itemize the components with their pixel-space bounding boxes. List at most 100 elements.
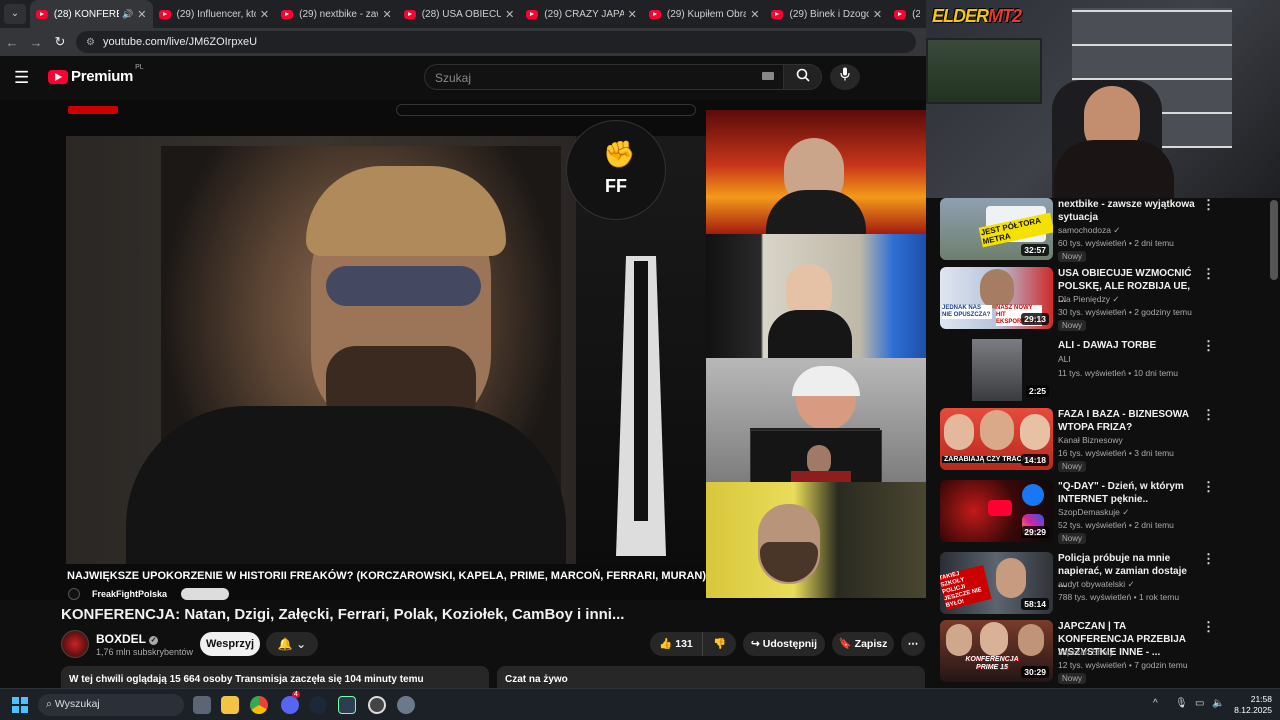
reload-icon[interactable]: ↻	[48, 34, 72, 50]
file-explorer-icon[interactable]	[221, 696, 239, 714]
more-vert-icon[interactable]: ⋮	[1202, 339, 1215, 352]
xbox-icon[interactable]	[338, 696, 356, 714]
speaker-icon[interactable]: 🔊	[122, 9, 133, 20]
tab-close-icon[interactable]: ✕	[628, 8, 637, 21]
browser-tab[interactable]: (28) KONFERENCJA: Natan 🔊 ✕	[29, 0, 153, 28]
video-thumbnail[interactable]: JEDNAK NAS NIE OPUSZCZA? NASZ NOWY HIT E…	[940, 267, 1053, 329]
thumbnail-caption: TAKIEJ SZKOŁY POLICJI JESZCZE NIE BYŁO!	[940, 564, 992, 611]
search-input[interactable]: Szukaj	[424, 64, 784, 90]
recommendation-item[interactable]: 29:29 "Q-DAY" - Dzień, w którym INTERNET…	[940, 480, 1270, 546]
notification-badge: 4	[292, 691, 300, 698]
recommendation-item[interactable]: ZARABIAJĄ CZY TRACĄ? 14:18 FAZA I BAZA -…	[940, 408, 1270, 474]
like-count: 131	[675, 638, 693, 650]
sidebar-scrollbar[interactable]	[1270, 200, 1278, 280]
brand-text-a: ELDER	[932, 6, 989, 26]
recommendation-meta: 52 tys. wyświetleń • 2 dni temu	[1058, 520, 1174, 530]
fist-icon: ✊	[603, 139, 636, 169]
browser-tab[interactable]: (29) CRAZY JAPANESE ✕	[520, 0, 643, 28]
new-badge: Nowy	[1058, 533, 1087, 544]
channel-name[interactable]: BOXDEL ✓	[96, 632, 159, 646]
chevron-down-icon: ⌄	[296, 637, 307, 651]
cam-panel	[706, 482, 926, 598]
taskbar-search-label: Wyszukaj	[54, 698, 100, 710]
recommendation-item[interactable]: 2:25 ALI - DAWAJ TORBE ALI 11 tys. wyświ…	[940, 339, 1270, 405]
video-thumbnail[interactable]: ZARABIAJĄ CZY TRACĄ? 14:18	[940, 408, 1053, 470]
video-thumbnail[interactable]: JEST PÓŁTORA METRA 32:57	[940, 198, 1053, 260]
system-clock[interactable]: 21:58 8.12.2025	[1226, 694, 1272, 716]
obs-icon[interactable]	[368, 696, 386, 714]
more-vert-icon[interactable]: ⋮	[1202, 408, 1215, 421]
recommendation-title[interactable]: nextbike - zawsze wyjątkowa sytuacja	[1058, 198, 1196, 224]
tab-title: (29) nextbike - zawsze	[299, 8, 378, 20]
tab-close-icon[interactable]: ✕	[750, 8, 759, 21]
search-button[interactable]	[784, 64, 822, 90]
volume-icon[interactable]: 🔈	[1212, 698, 1224, 709]
video-thumbnail[interactable]: 2:25	[940, 339, 1053, 401]
keyboard-icon[interactable]	[762, 72, 774, 80]
task-view-icon[interactable]	[193, 696, 211, 714]
taskbar-search[interactable]: ⌕ Wyszukaj	[38, 694, 184, 716]
live-chat-box[interactable]: Czat na żywo	[497, 666, 925, 690]
display-tray-icon[interactable]: ▭	[1195, 698, 1204, 709]
tab-search-button[interactable]: ⌄	[4, 4, 26, 24]
recommendation-title[interactable]: ALI - DAWAJ TORBE	[1058, 339, 1196, 352]
recommendation-channel: Kanał Biznesowy	[1058, 435, 1123, 445]
notifications-button[interactable]: 🔔 ⌄	[266, 632, 318, 656]
recommendation-meta: 60 tys. wyświetleń • 2 dni temu	[1058, 238, 1174, 248]
tray-overflow-icon[interactable]: ^	[1153, 698, 1158, 709]
back-icon[interactable]: ←	[0, 35, 24, 50]
tab-close-icon[interactable]: ✕	[382, 8, 391, 21]
share-button[interactable]: ↪ Udostępnij	[743, 632, 825, 656]
recommendation-title[interactable]: FAZA I BAZA - BIZNESOWA WTOPA FRIZA?	[1058, 408, 1196, 434]
video-thumbnail[interactable]: 29:29	[940, 480, 1053, 542]
chrome-icon[interactable]	[250, 696, 268, 714]
more-vert-icon[interactable]: ⋮	[1202, 267, 1215, 280]
like-button[interactable]: 👍 131	[650, 632, 702, 656]
recommendation-item[interactable]: KONFERENCJA PRIME 15 30:29 JAPCZAN | TA …	[940, 620, 1270, 686]
cam-panel	[706, 110, 926, 234]
recommendation-item[interactable]: TAKIEJ SZKOŁY POLICJI JESZCZE NIE BYŁO! …	[940, 552, 1270, 618]
bookmark-icon: 🔖	[838, 638, 852, 650]
more-vert-icon[interactable]: ⋮	[1202, 198, 1215, 211]
more-vert-icon[interactable]: ⋮	[1202, 480, 1215, 493]
steam-icon[interactable]	[309, 696, 327, 714]
description-box[interactable]: W tej chwili oglądają 15 664 osoby Trans…	[61, 666, 489, 690]
support-button[interactable]: Wesprzyj	[200, 632, 260, 656]
more-vert-icon[interactable]: ⋮	[1202, 552, 1215, 565]
browser-tab[interactable]: (29) Binek i Dzogo | B ✕	[765, 0, 888, 28]
discord-icon[interactable]: 4	[281, 691, 300, 714]
settings-icon[interactable]	[397, 696, 415, 714]
menu-icon[interactable]: ☰	[14, 68, 34, 88]
save-button[interactable]: 🔖 Zapisz	[832, 632, 894, 656]
browser-tab[interactable]: (29	[888, 0, 926, 28]
forward-icon[interactable]: →	[24, 35, 48, 50]
video-thumbnail[interactable]: TAKIEJ SZKOŁY POLICJI JESZCZE NIE BYŁO! …	[940, 552, 1053, 614]
tab-close-icon[interactable]: ✕	[137, 8, 146, 21]
windows-start-icon[interactable]	[12, 697, 28, 713]
region-label: PL	[135, 64, 144, 71]
recommendation-item[interactable]: JEDNAK NAS NIE OPUSZCZA? NASZ NOWY HIT E…	[940, 267, 1270, 333]
mic-button[interactable]	[830, 64, 860, 90]
dislike-button[interactable]: 👎	[702, 632, 736, 656]
video-thumbnail[interactable]: KONFERENCJA PRIME 15 30:29	[940, 620, 1053, 682]
youtube-logo[interactable]: Premium PL	[48, 64, 144, 85]
mic-tray-icon[interactable]: 🎙	[1175, 698, 1188, 709]
thumbnail-caption: ZARABIAJĄ CZY TRACĄ?	[942, 456, 1033, 463]
browser-tab[interactable]: (29) Influencer, który ✕	[153, 0, 276, 28]
tab-close-icon[interactable]: ✕	[505, 8, 514, 21]
browser-tab[interactable]: (29) nextbike - zawsze ✕	[275, 0, 398, 28]
recommendation-item[interactable]: JEST PÓŁTORA METRA 32:57 nextbike - zaws…	[940, 198, 1270, 264]
recommendation-title[interactable]: "Q-DAY" - Dzień, w którym INTERNET pękni…	[1058, 480, 1196, 506]
video-player[interactable]: ✊ FF NAJWIĘKSZE UPOKORZENIE W HISTORII F…	[0, 100, 926, 600]
more-vert-icon[interactable]: ⋮	[1202, 620, 1215, 633]
more-actions-button[interactable]: ⋯	[901, 632, 925, 656]
browser-tab[interactable]: (29) Kupiłem Obraz ✕	[643, 0, 766, 28]
tab-close-icon[interactable]: ✕	[873, 8, 882, 21]
youtube-favicon-icon	[526, 9, 539, 19]
channel-avatar[interactable]	[61, 630, 89, 658]
subscriber-count: 1,76 mln subskrybentów	[96, 647, 194, 657]
tab-close-icon[interactable]: ✕	[260, 8, 269, 21]
url-field[interactable]: ⚙ youtube.com/live/JM6ZOIrpxeU	[76, 31, 916, 53]
browser-tab[interactable]: (28) USA OBIECUJE WZMOCNIĆ✕	[398, 0, 521, 28]
site-info-icon[interactable]: ⚙	[86, 37, 95, 48]
